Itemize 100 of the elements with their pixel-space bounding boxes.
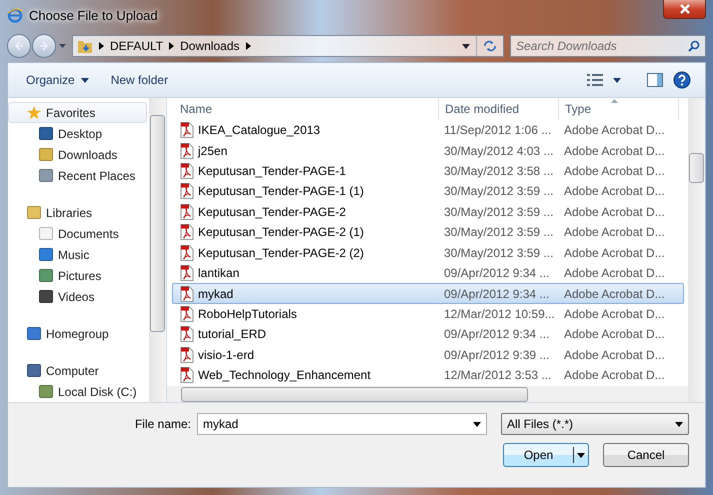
caret-icon <box>675 422 683 426</box>
pdf-file-icon <box>180 346 194 363</box>
date-cell-text: 30/May/2012 3:59 ... <box>443 225 554 240</box>
pdf-file-icon <box>180 204 194 220</box>
file-list-scrollbar[interactable] <box>688 98 705 402</box>
breadcrumb-arrow-icon[interactable] <box>99 42 104 50</box>
file-row[interactable]: Web_Technology_Enhancement 12/Mar/2012 3:53 ... Adobe Acrobat D... <box>172 365 684 386</box>
nav-item[interactable]: Libraries <box>8 202 147 223</box>
file-name: IKEA_Catalogue_2013 <box>198 123 320 138</box>
file-name-field[interactable]: mykad <box>197 413 487 435</box>
dropdown-caret-icon[interactable] <box>462 44 470 48</box>
date-cell-text: 09/Apr/2012 9:34 ... <box>443 266 550 280</box>
nav-item[interactable]: Homegroup <box>8 323 147 344</box>
search-field[interactable]: Search Downloads <box>510 35 706 57</box>
file-row[interactable]: Keputusan_Tender-PAGE-2 (2) 30/May/2012 3:59 ... Adobe Acrobat D... <box>172 242 684 263</box>
date-cell-text: 12/Mar/2012 10:59... <box>443 307 556 321</box>
file-row[interactable]: Keputusan_Tender-PAGE-1 30/May/2012 3:58 ... Adobe Acrobat D... <box>172 160 684 182</box>
date-cell-text: 09/Apr/2012 9:39 ... <box>443 348 550 362</box>
pdf-file-icon <box>180 183 194 200</box>
pdf-file-icon <box>180 265 194 282</box>
file-name: tutorial_ERD <box>198 327 266 342</box>
nav-item[interactable]: Recent Places <box>8 165 147 186</box>
file-row[interactable]: lantikan 09/Apr/2012 9:34 ... Adobe Acrobat D... <box>172 262 684 284</box>
type-cell-text: Adobe Acrobat D... <box>563 368 666 382</box>
file-row[interactable]: tutorial_ERD 09/Apr/2012 9:34 ... Adobe Acrobat D... <box>172 324 684 345</box>
sidebar-scrollbar[interactable] <box>149 98 166 402</box>
file-type-dropdown[interactable]: All Files (*.*) <box>501 413 689 435</box>
preview-pane-icon[interactable] <box>647 73 663 87</box>
pdf-file-icon <box>180 163 194 180</box>
file-row[interactable]: j25en 30/May/2012 4:03 ... Adobe Acrobat D... <box>172 140 684 161</box>
window-title: Choose File to Upload <box>29 8 158 22</box>
file-name: visio-1-erd <box>198 348 254 362</box>
file-name: Keputusan_Tender-PAGE-1 (1) <box>198 184 364 198</box>
nav-item[interactable]: Music <box>8 244 147 265</box>
refresh-icon <box>483 40 497 52</box>
date-cell-text: 30/May/2012 3:58 ... <box>443 164 554 178</box>
breadcrumb-item[interactable]: DEFAULT <box>110 39 164 53</box>
open-button[interactable]: Open <box>503 443 589 467</box>
file-row[interactable]: Keputusan_Tender-PAGE-2 (1) 30/May/2012 3:59 ... Adobe Acrobat D... <box>172 222 684 243</box>
file-row[interactable]: IKEA_Catalogue_2013 11/Sep/2012 1:06 ... Adobe Acrobat D... <box>172 120 684 140</box>
caret-icon <box>577 452 585 458</box>
new-folder-button[interactable]: New folder <box>104 69 174 91</box>
date-cell-text: 30/May/2012 4:03 ... <box>443 144 554 158</box>
help-icon[interactable] <box>673 71 691 89</box>
close-icon <box>680 4 690 14</box>
nav-item[interactable]: Pictures <box>8 265 147 286</box>
file-name: Keputusan_Tender-PAGE-2 (1) <box>198 225 364 240</box>
type-cell-text: Adobe Acrobat D... <box>563 327 666 342</box>
file-row[interactable]: RoboHelpTutorials 12/Mar/2012 10:59... Adobe Acrobat D... <box>172 304 684 324</box>
type-cell-text: Adobe Acrobat D... <box>563 164 666 178</box>
pdf-file-icon <box>180 326 194 342</box>
date-cell-text: 09/Apr/2012 9:34 ... <box>443 327 550 342</box>
view-caret-icon[interactable] <box>613 78 621 82</box>
type-cell-text: Adobe Acrobat D... <box>563 246 666 260</box>
type-cell-text: Adobe Acrobat D... <box>563 266 666 280</box>
file-row[interactable]: Keputusan_Tender-PAGE-2 30/May/2012 3:59 ... Adobe Acrobat D... <box>172 202 684 222</box>
history-caret-icon[interactable] <box>59 44 66 48</box>
pdf-file-icon <box>180 224 194 240</box>
column-header[interactable]: Name <box>173 98 439 120</box>
nav-item[interactable]: Favorites <box>8 102 147 123</box>
search-icon <box>688 40 700 52</box>
caret-icon <box>80 78 89 82</box>
breadcrumb-arrow-icon[interactable] <box>246 42 250 50</box>
pdf-file-icon <box>180 142 194 159</box>
caret-icon[interactable] <box>473 422 481 426</box>
address-bar[interactable]: DEFAULT Downloads <box>72 35 504 57</box>
horizontal-scrollbar[interactable] <box>167 386 688 402</box>
file-name: mykad <box>198 286 234 301</box>
arrow-left-icon <box>13 40 25 52</box>
nav-item[interactable]: Videos <box>8 286 147 307</box>
nav-item[interactable]: Documents <box>8 223 147 244</box>
nav-item[interactable]: Local Disk (C:) <box>8 381 147 402</box>
sort-arrow-icon <box>611 99 618 103</box>
type-cell-text: Adobe Acrobat D... <box>563 123 666 138</box>
date-cell-text: 30/May/2012 3:59 ... <box>443 204 554 219</box>
file-name: j25en <box>198 144 228 158</box>
pdf-file-icon <box>180 286 194 302</box>
file-row[interactable]: mykad 09/Apr/2012 9:34 ... Adobe Acrobat D... <box>172 283 684 304</box>
back-button[interactable] <box>7 34 31 58</box>
breadcrumb-arrow-icon[interactable] <box>169 42 174 50</box>
file-name: RoboHelpTutorials <box>198 307 297 321</box>
nav-item[interactable]: Downloads <box>8 144 147 165</box>
column-header[interactable]: Date modified <box>439 98 559 120</box>
file-row[interactable]: Keputusan_Tender-PAGE-1 (1) 30/May/2012 3:59 ... Adobe Acrobat D... <box>172 181 684 202</box>
close-button[interactable] <box>663 0 706 19</box>
type-cell-text: Adobe Acrobat D... <box>563 225 666 240</box>
forward-button[interactable] <box>32 34 56 58</box>
file-row[interactable]: visio-1-erd 09/Apr/2012 9:39 ... Adobe Acrobat D... <box>172 344 684 366</box>
breadcrumb-item[interactable]: Downloads <box>180 39 240 53</box>
cancel-button[interactable]: Cancel <box>603 443 689 467</box>
file-name: lantikan <box>198 266 240 280</box>
column-header[interactable]: Type <box>559 98 679 120</box>
arrow-right-icon <box>38 40 50 52</box>
organize-button[interactable]: Organize <box>20 69 95 91</box>
nav-item[interactable]: Computer <box>8 360 147 381</box>
nav-item[interactable]: Desktop <box>8 123 147 144</box>
date-cell-text: 09/Apr/2012 9:34 ... <box>443 286 550 301</box>
type-cell-text: Adobe Acrobat D... <box>563 184 666 198</box>
file-name: Keputusan_Tender-PAGE-2 (2) <box>198 246 364 260</box>
view-list-icon[interactable] <box>587 74 603 86</box>
